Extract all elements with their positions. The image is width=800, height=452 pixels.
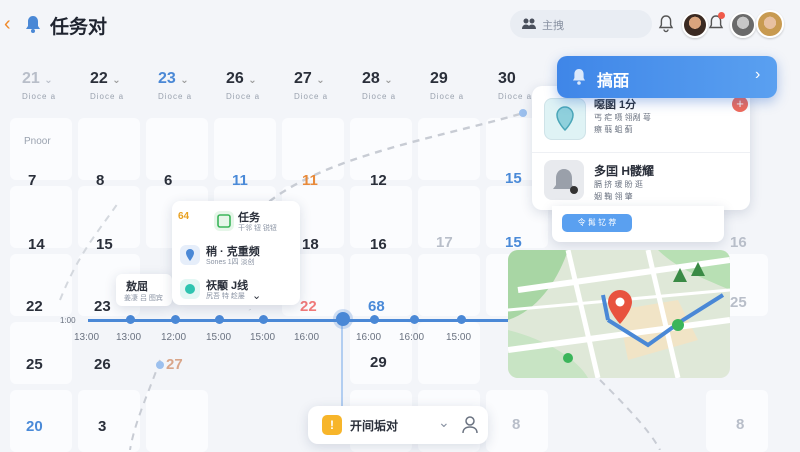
chevron-right-icon[interactable]: › <box>755 66 760 84</box>
notification-sub: 膈 挤 瑗 盼 逛 <box>594 180 643 189</box>
tooltip-sub: 姜凄 吕 图宾 <box>124 295 163 302</box>
bottom-action-bar: ! 开间垢对 ⌄ <box>308 406 488 444</box>
notification-title: 噁圂 1分 <box>594 99 637 111</box>
notification-title: 多囯 H髅耀 <box>594 164 655 178</box>
banner-title: 搞皕 <box>597 73 630 90</box>
notification-sub: 姻 鞠 翎 肇 <box>594 192 633 201</box>
chevron-down-icon[interactable]: ⌄ <box>438 414 450 431</box>
timeline-label: 16:00 <box>399 332 425 343</box>
timeline-start-label: 1:00 <box>60 316 76 325</box>
timeline-dot[interactable] <box>126 315 135 324</box>
timeline-dot[interactable] <box>457 315 466 324</box>
popup-item-sub: Sones 1四 淡创 <box>206 259 255 266</box>
timeline-label: 13:00 <box>74 332 100 343</box>
timeline-dot[interactable] <box>259 315 268 324</box>
notification-banner[interactable]: 搞皕 › <box>557 56 777 98</box>
popup-item-sub: 干邻 钮 锐钮 <box>238 225 277 232</box>
chevron-down-icon[interactable]: ⌄ <box>252 289 261 302</box>
popup-item-task[interactable]: 64 任务 干邻 钮 锐钮 <box>178 207 298 235</box>
timeline-label: 16:00 <box>356 332 382 343</box>
notification-action-button[interactable]: 令 髯 钇 荐 <box>562 214 632 232</box>
user-icon[interactable] <box>462 416 478 434</box>
tooltip-title: 敖屈 <box>126 281 148 293</box>
timeline-label: 15:00 <box>250 332 276 343</box>
notification-sub: 瘵 翦 蛆 蓟 <box>594 125 633 134</box>
timeline-dot[interactable] <box>370 315 379 324</box>
timeline-current-dot[interactable] <box>336 312 350 326</box>
alert-icon: ! <box>322 415 342 435</box>
popup-item-route[interactable]: 祆颙 J线 尻吾 特 趁屡 ⌄ <box>180 275 298 303</box>
bell-icon <box>573 69 585 85</box>
notification-footer: 令 髯 钇 荐 <box>552 206 724 242</box>
task-popup: 64 任务 干邻 钮 锐钮 稍 · 克重频 Sones 1四 淡创 祆颙 J线 … <box>172 201 300 305</box>
timeline-label: 15:00 <box>446 332 472 343</box>
timeline-dot[interactable] <box>215 315 224 324</box>
event-tooltip[interactable]: 敖屈 姜凄 吕 图宾 <box>116 274 172 306</box>
timeline-track <box>88 319 518 322</box>
timeline-dot[interactable] <box>171 315 180 324</box>
map-view[interactable] <box>508 250 730 378</box>
bottom-bar-label[interactable]: 开间垢对 <box>350 417 398 434</box>
notification-sub: 丐 疟 嗫 翎剐 萼 <box>594 113 651 122</box>
calendar-icon <box>214 211 234 231</box>
navigation-icon <box>180 279 200 299</box>
location-pin-icon <box>180 245 200 265</box>
popup-item-location[interactable]: 稍 · 克重频 Sones 1四 淡创 <box>180 241 298 269</box>
popup-badge: 64 <box>178 211 190 222</box>
bell-icon <box>544 160 584 200</box>
popup-item-sub: 尻吾 特 趁屡 <box>206 293 245 300</box>
timeline-label: 12:00 <box>161 332 187 343</box>
location-pin-icon <box>544 98 586 140</box>
timeline-dot[interactable] <box>410 315 419 324</box>
divider <box>532 152 750 153</box>
notification-panel: 噁圂 1分 丐 疟 嗫 翎剐 萼 瘵 翦 蛆 蓟 + 多囯 H髅耀 膈 挤 瑗 … <box>532 86 750 210</box>
timeline-label: 16:00 <box>294 332 320 343</box>
add-icon[interactable]: + <box>732 96 748 112</box>
timeline-label: 13:00 <box>116 332 142 343</box>
timeline-label: 15:00 <box>206 332 232 343</box>
